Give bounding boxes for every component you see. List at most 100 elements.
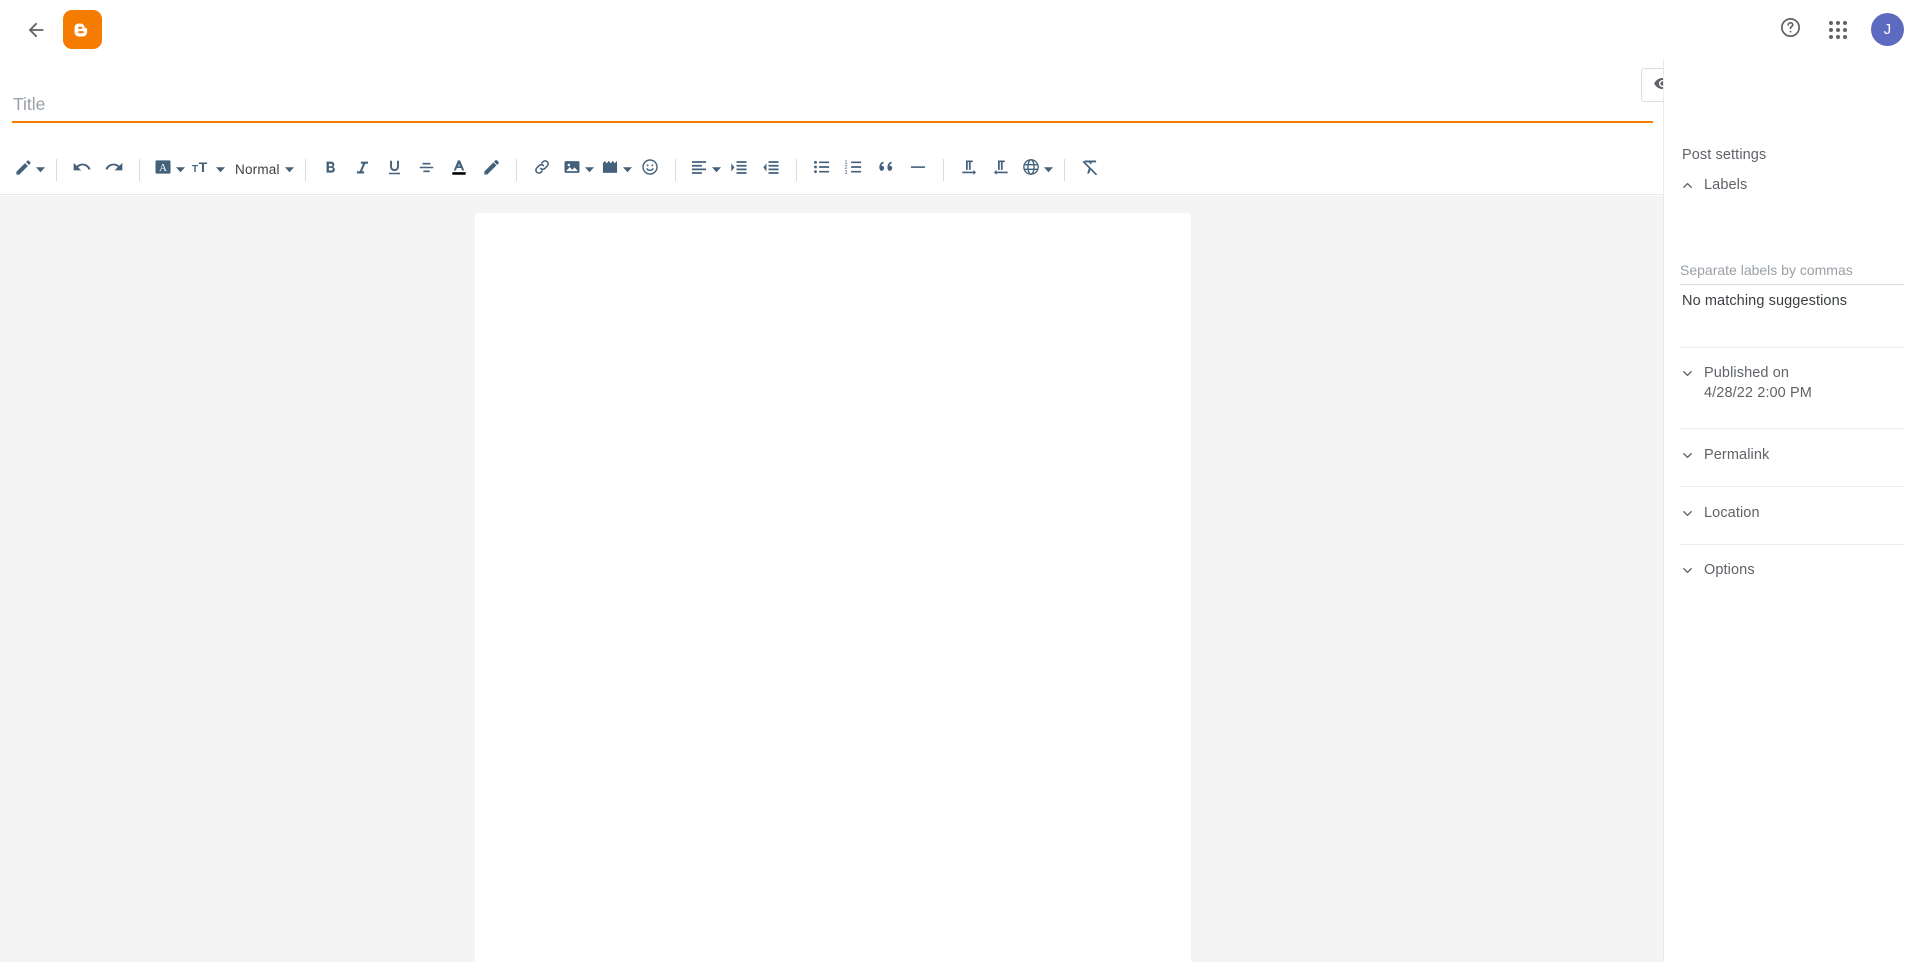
undo-button[interactable] [66,154,98,186]
sidebar-divider [1680,347,1904,348]
svg-text:A: A [159,162,167,174]
toolbar-separator [942,158,944,181]
chevron-down-icon [584,165,594,174]
sidebar-section-location[interactable]: Location [1664,499,1920,529]
chevron-down-icon [1043,165,1053,174]
sidebar-section-published-on[interactable]: Published on 4/28/22 2:00 PM [1664,359,1920,404]
help-button[interactable] [1766,6,1814,54]
chevron-down-icon [1670,359,1704,389]
svg-text:3: 3 [844,170,847,176]
align-button[interactable] [685,154,723,186]
header-actions: J [1766,0,1908,59]
numbered-list-button[interactable]: 1 2 3 [838,154,870,186]
text-color-icon [449,157,469,182]
align-icon [689,157,709,182]
indent-decrease-button[interactable] [755,154,787,186]
insert-emoji-button[interactable] [634,154,666,186]
toolbar-separator [139,158,140,181]
chevron-down-icon [711,165,721,174]
font-family-button[interactable]: A [149,154,187,186]
ltr-direction-icon [959,157,979,182]
highlight-color-icon [481,157,501,182]
insert-image-icon [562,157,582,182]
clear-formatting-icon [1080,157,1100,182]
post-settings-sidebar: Post settings Labels No matching suggest… [1663,59,1920,962]
rtl-direction-button[interactable] [985,154,1017,186]
ltr-direction-button[interactable] [953,154,985,186]
indent-increase-button[interactable] [723,154,755,186]
toolbar-separator [674,158,676,181]
published-on-text: Published on 4/28/22 2:00 PM [1704,359,1812,404]
insert-image-button[interactable] [558,154,596,186]
published-on-label: Published on [1704,365,1790,381]
italic-button[interactable] [347,154,379,186]
insert-link-button[interactable] [526,154,558,186]
labels-section-label: Labels [1704,177,1748,193]
chevron-down-icon [284,165,294,174]
chevron-up-icon [1670,171,1704,201]
rtl-direction-icon [991,157,1011,182]
toolbar-separator [1063,158,1065,181]
strikethrough-button[interactable] [411,154,443,186]
google-apps-button[interactable] [1814,6,1862,54]
redo-button[interactable] [98,154,130,186]
sidebar-divider [1680,428,1904,429]
formatting-toolbar: A T T Normal 1 2 3 [0,145,1663,195]
indent-decrease-icon [761,157,781,182]
bulleted-list-icon [812,157,832,182]
clear-formatting-button[interactable] [1074,154,1106,186]
blogger-logo[interactable] [63,10,102,49]
paragraph-style-button[interactable]: Normal [227,154,296,186]
sidebar-section-labels[interactable]: Labels [1664,171,1920,201]
underline-button[interactable] [379,154,411,186]
avatar[interactable]: J [1871,13,1904,46]
toolbar-separator [795,158,797,181]
blogger-logo-icon [70,17,96,43]
chevron-down-icon [176,165,185,174]
post-body-page[interactable] [475,213,1191,962]
chevron-down-icon [1670,441,1704,471]
chevron-down-icon [622,165,632,174]
labels-input[interactable] [1680,259,1904,285]
chevron-down-icon [1670,499,1704,529]
horizontal-rule-button[interactable] [902,154,934,186]
translate-button[interactable] [1017,154,1055,186]
chevron-down-icon [216,165,225,174]
labels-no-suggestions: No matching suggestions [1682,293,1848,309]
location-label: Location [1704,505,1760,521]
text-color-button[interactable] [443,154,475,186]
pen-mode-icon [14,158,33,182]
chevron-down-icon [1670,556,1704,586]
options-text: Options [1704,556,1755,580]
sidebar-divider [1680,544,1904,545]
font-size-icon: T T [191,157,213,182]
permalink-text: Permalink [1704,441,1769,465]
font-size-button[interactable]: T T [187,154,227,186]
post-editor-canvas[interactable] [0,196,1663,962]
insert-video-button[interactable] [596,154,634,186]
highlight-color-button[interactable] [475,154,507,186]
back-button[interactable] [18,12,54,48]
redo-icon [104,157,124,182]
avatar-initial: J [1883,21,1892,38]
toolbar-separator [304,158,306,181]
bulleted-list-button[interactable] [806,154,838,186]
translate-icon [1021,157,1041,182]
sidebar-section-options[interactable]: Options [1664,556,1920,586]
underline-icon [385,158,404,182]
apps-grid-icon [1829,20,1847,39]
title-input[interactable] [13,88,1653,121]
chevron-down-icon [36,165,45,174]
title-focus-underline [12,121,1653,123]
bold-button[interactable] [315,154,347,186]
svg-text:T: T [192,164,198,175]
blockquote-button[interactable] [870,154,902,186]
strikethrough-icon [417,158,436,182]
bold-icon [321,158,340,182]
permalink-label: Permalink [1704,447,1770,463]
sidebar-section-permalink[interactable]: Permalink [1664,441,1920,471]
italic-icon [353,158,372,182]
help-circle-icon [1779,16,1802,44]
pen-mode-button[interactable] [10,154,47,186]
app-header: J [0,0,1920,59]
